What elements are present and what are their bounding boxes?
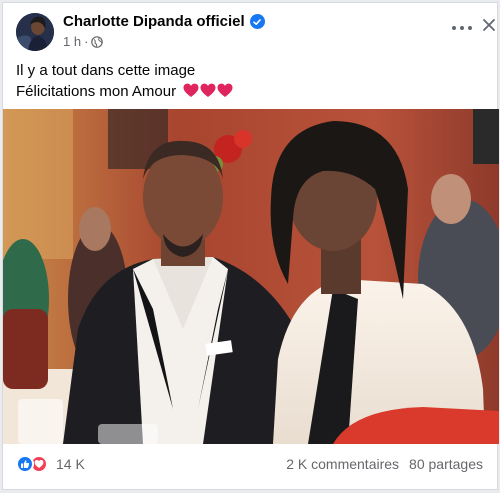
post-caption: Il y a tout dans cette image Félicitatio… [16,60,233,102]
heart-icon [217,83,233,97]
close-icon[interactable] [481,17,497,33]
facebook-post: Charlotte Dipanda officiel 1 h · Il y a … [2,2,499,490]
reactions-summary[interactable]: 14 K [16,455,85,473]
verified-badge-icon [249,14,265,29]
post-photo[interactable] [3,109,499,444]
post-meta: 1 h · [63,34,104,49]
like-icon [16,455,34,473]
comments-count[interactable]: 2 K commentaires [286,456,399,472]
more-options-icon[interactable] [450,19,474,37]
engagement-stats: 2 K commentaires 80 partages [286,456,483,472]
heart-emojis [183,83,233,98]
shares-count[interactable]: 80 partages [409,456,483,472]
heart-icon [183,83,199,97]
post-timestamp[interactable]: 1 h [63,34,81,49]
author-name[interactable]: Charlotte Dipanda officiel [63,13,245,30]
author-name-row[interactable]: Charlotte Dipanda officiel [63,13,265,30]
caption-line-1: Il y a tout dans cette image [16,62,196,79]
avatar-image [16,13,54,51]
reaction-count: 14 K [56,456,85,472]
globe-icon[interactable] [91,35,104,48]
heart-icon [200,83,216,97]
photo-couple-at-dinner [3,109,499,444]
caption-line-2-row: Félicitations mon Amour [16,81,233,102]
author-avatar[interactable] [16,13,54,51]
caption-line-2: Félicitations mon Amour [16,83,177,100]
